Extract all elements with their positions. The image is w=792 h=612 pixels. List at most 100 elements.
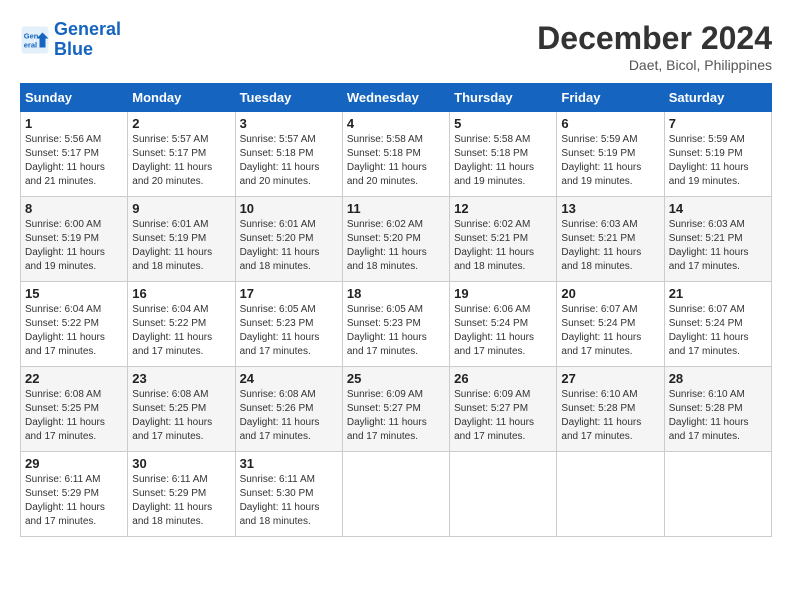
calendar-cell: 23Sunrise: 6:08 AM Sunset: 5:25 PM Dayli… <box>128 367 235 452</box>
day-info: Sunrise: 6:09 AM Sunset: 5:27 PM Dayligh… <box>454 388 552 444</box>
day-info: Sunrise: 6:01 AM Sunset: 5:19 PM Dayligh… <box>132 218 230 274</box>
day-number: 17 <box>240 286 338 301</box>
day-number: 14 <box>669 201 767 216</box>
day-info: Sunrise: 5:56 AM Sunset: 5:17 PM Dayligh… <box>25 133 123 189</box>
calendar-cell: 10Sunrise: 6:01 AM Sunset: 5:20 PM Dayli… <box>235 197 342 282</box>
day-number: 23 <box>132 371 230 386</box>
calendar-cell: 4Sunrise: 5:58 AM Sunset: 5:18 PM Daylig… <box>342 112 449 197</box>
day-number: 26 <box>454 371 552 386</box>
calendar-header: SundayMondayTuesdayWednesdayThursdayFrid… <box>21 84 772 112</box>
calendar-week-row: 1 Sunrise: 5:56 AM Sunset: 5:17 PM Daylig… <box>21 112 772 197</box>
day-info: Sunrise: 6:02 AM Sunset: 5:20 PM Dayligh… <box>347 218 445 274</box>
calendar-cell: 31 Sunrise: 6:11 AM Sunset: 5:30 PM Dayli… <box>235 452 342 537</box>
day-info: Sunrise: 5:58 AM Sunset: 5:18 PM Dayligh… <box>454 133 552 189</box>
calendar-week-row: 22Sunrise: 6:08 AM Sunset: 5:25 PM Dayli… <box>21 367 772 452</box>
day-number: 7 <box>669 116 767 131</box>
calendar-cell: 16 Sunrise: 6:04 AM Sunset: 5:22 PM Dayli… <box>128 282 235 367</box>
calendar-week-row: 8 Sunrise: 6:00 AM Sunset: 5:19 PM Daylig… <box>21 197 772 282</box>
day-number: 21 <box>669 286 767 301</box>
calendar-table: SundayMondayTuesdayWednesdayThursdayFrid… <box>20 83 772 537</box>
day-number: 3 <box>240 116 338 131</box>
calendar-week-row: 29 Sunrise: 6:11 AM Sunset: 5:29 PM Dayli… <box>21 452 772 537</box>
day-info: Sunrise: 6:10 AM Sunset: 5:28 PM Dayligh… <box>561 388 659 444</box>
day-info: Sunrise: 6:03 AM Sunset: 5:21 PM Dayligh… <box>669 218 767 274</box>
weekday-header: Friday <box>557 84 664 112</box>
day-info: Sunrise: 6:11 AM Sunset: 5:30 PM Dayligh… <box>240 473 338 529</box>
calendar-cell: 19Sunrise: 6:06 AM Sunset: 5:24 PM Dayli… <box>450 282 557 367</box>
day-number: 11 <box>347 201 445 216</box>
page-header: Gen eral General Blue December 2024 Daet… <box>20 20 772 73</box>
calendar-cell <box>557 452 664 537</box>
day-info: Sunrise: 6:04 AM Sunset: 5:22 PM Dayligh… <box>132 303 230 359</box>
day-number: 31 <box>240 456 338 471</box>
weekday-header: Sunday <box>21 84 128 112</box>
day-number: 10 <box>240 201 338 216</box>
day-number: 1 <box>25 116 123 131</box>
month-title: December 2024 <box>537 20 772 57</box>
day-number: 9 <box>132 201 230 216</box>
day-info: Sunrise: 5:58 AM Sunset: 5:18 PM Dayligh… <box>347 133 445 189</box>
day-info: Sunrise: 5:59 AM Sunset: 5:19 PM Dayligh… <box>561 133 659 189</box>
weekday-header: Thursday <box>450 84 557 112</box>
day-info: Sunrise: 6:10 AM Sunset: 5:28 PM Dayligh… <box>669 388 767 444</box>
day-info: Sunrise: 6:03 AM Sunset: 5:21 PM Dayligh… <box>561 218 659 274</box>
day-number: 13 <box>561 201 659 216</box>
logo-text: General Blue <box>54 20 121 60</box>
calendar-cell: 8 Sunrise: 6:00 AM Sunset: 5:19 PM Daylig… <box>21 197 128 282</box>
day-number: 30 <box>132 456 230 471</box>
calendar-cell: 25Sunrise: 6:09 AM Sunset: 5:27 PM Dayli… <box>342 367 449 452</box>
calendar-cell: 13 Sunrise: 6:03 AM Sunset: 5:21 PM Dayli… <box>557 197 664 282</box>
location: Daet, Bicol, Philippines <box>537 57 772 73</box>
day-info: Sunrise: 5:57 AM Sunset: 5:17 PM Dayligh… <box>132 133 230 189</box>
calendar-cell: 30Sunrise: 6:11 AM Sunset: 5:29 PM Dayli… <box>128 452 235 537</box>
calendar-cell: 9 Sunrise: 6:01 AM Sunset: 5:19 PM Daylig… <box>128 197 235 282</box>
day-number: 20 <box>561 286 659 301</box>
day-number: 12 <box>454 201 552 216</box>
day-number: 2 <box>132 116 230 131</box>
calendar-cell: 7Sunrise: 5:59 AM Sunset: 5:19 PM Daylig… <box>664 112 771 197</box>
svg-text:Gen: Gen <box>24 31 39 40</box>
day-number: 5 <box>454 116 552 131</box>
calendar-cell: 5 Sunrise: 5:58 AM Sunset: 5:18 PM Daylig… <box>450 112 557 197</box>
weekday-header: Tuesday <box>235 84 342 112</box>
logo-icon: Gen eral <box>20 25 50 55</box>
day-number: 6 <box>561 116 659 131</box>
day-number: 24 <box>240 371 338 386</box>
calendar-cell: 20 Sunrise: 6:07 AM Sunset: 5:24 PM Dayli… <box>557 282 664 367</box>
day-number: 18 <box>347 286 445 301</box>
calendar-cell: 24 Sunrise: 6:08 AM Sunset: 5:26 PM Dayli… <box>235 367 342 452</box>
day-number: 28 <box>669 371 767 386</box>
day-info: Sunrise: 6:05 AM Sunset: 5:23 PM Dayligh… <box>240 303 338 359</box>
calendar-week-row: 15 Sunrise: 6:04 AM Sunset: 5:22 PM Dayli… <box>21 282 772 367</box>
calendar-cell: 6 Sunrise: 5:59 AM Sunset: 5:19 PM Daylig… <box>557 112 664 197</box>
calendar-body: 1 Sunrise: 5:56 AM Sunset: 5:17 PM Daylig… <box>21 112 772 537</box>
calendar-cell: 15 Sunrise: 6:04 AM Sunset: 5:22 PM Dayli… <box>21 282 128 367</box>
logo-line2: Blue <box>54 39 93 59</box>
day-info: Sunrise: 5:57 AM Sunset: 5:18 PM Dayligh… <box>240 133 338 189</box>
day-info: Sunrise: 6:11 AM Sunset: 5:29 PM Dayligh… <box>25 473 123 529</box>
logo-line1: General <box>54 19 121 39</box>
calendar-cell: 3 Sunrise: 5:57 AM Sunset: 5:18 PM Daylig… <box>235 112 342 197</box>
day-number: 29 <box>25 456 123 471</box>
day-number: 16 <box>132 286 230 301</box>
calendar-cell: 14 Sunrise: 6:03 AM Sunset: 5:21 PM Dayli… <box>664 197 771 282</box>
weekday-header: Saturday <box>664 84 771 112</box>
weekday-row: SundayMondayTuesdayWednesdayThursdayFrid… <box>21 84 772 112</box>
day-number: 25 <box>347 371 445 386</box>
calendar-cell: 27 Sunrise: 6:10 AM Sunset: 5:28 PM Dayli… <box>557 367 664 452</box>
svg-text:eral: eral <box>24 40 37 49</box>
day-number: 15 <box>25 286 123 301</box>
day-number: 27 <box>561 371 659 386</box>
day-info: Sunrise: 6:04 AM Sunset: 5:22 PM Dayligh… <box>25 303 123 359</box>
day-number: 8 <box>25 201 123 216</box>
day-info: Sunrise: 6:05 AM Sunset: 5:23 PM Dayligh… <box>347 303 445 359</box>
day-info: Sunrise: 6:00 AM Sunset: 5:19 PM Dayligh… <box>25 218 123 274</box>
calendar-cell: 28 Sunrise: 6:10 AM Sunset: 5:28 PM Dayli… <box>664 367 771 452</box>
day-info: Sunrise: 6:06 AM Sunset: 5:24 PM Dayligh… <box>454 303 552 359</box>
calendar-cell: 17 Sunrise: 6:05 AM Sunset: 5:23 PM Dayli… <box>235 282 342 367</box>
day-info: Sunrise: 6:07 AM Sunset: 5:24 PM Dayligh… <box>561 303 659 359</box>
calendar-cell: 1 Sunrise: 5:56 AM Sunset: 5:17 PM Daylig… <box>21 112 128 197</box>
calendar-cell: 21Sunrise: 6:07 AM Sunset: 5:24 PM Dayli… <box>664 282 771 367</box>
day-info: Sunrise: 6:08 AM Sunset: 5:26 PM Dayligh… <box>240 388 338 444</box>
calendar-cell <box>450 452 557 537</box>
